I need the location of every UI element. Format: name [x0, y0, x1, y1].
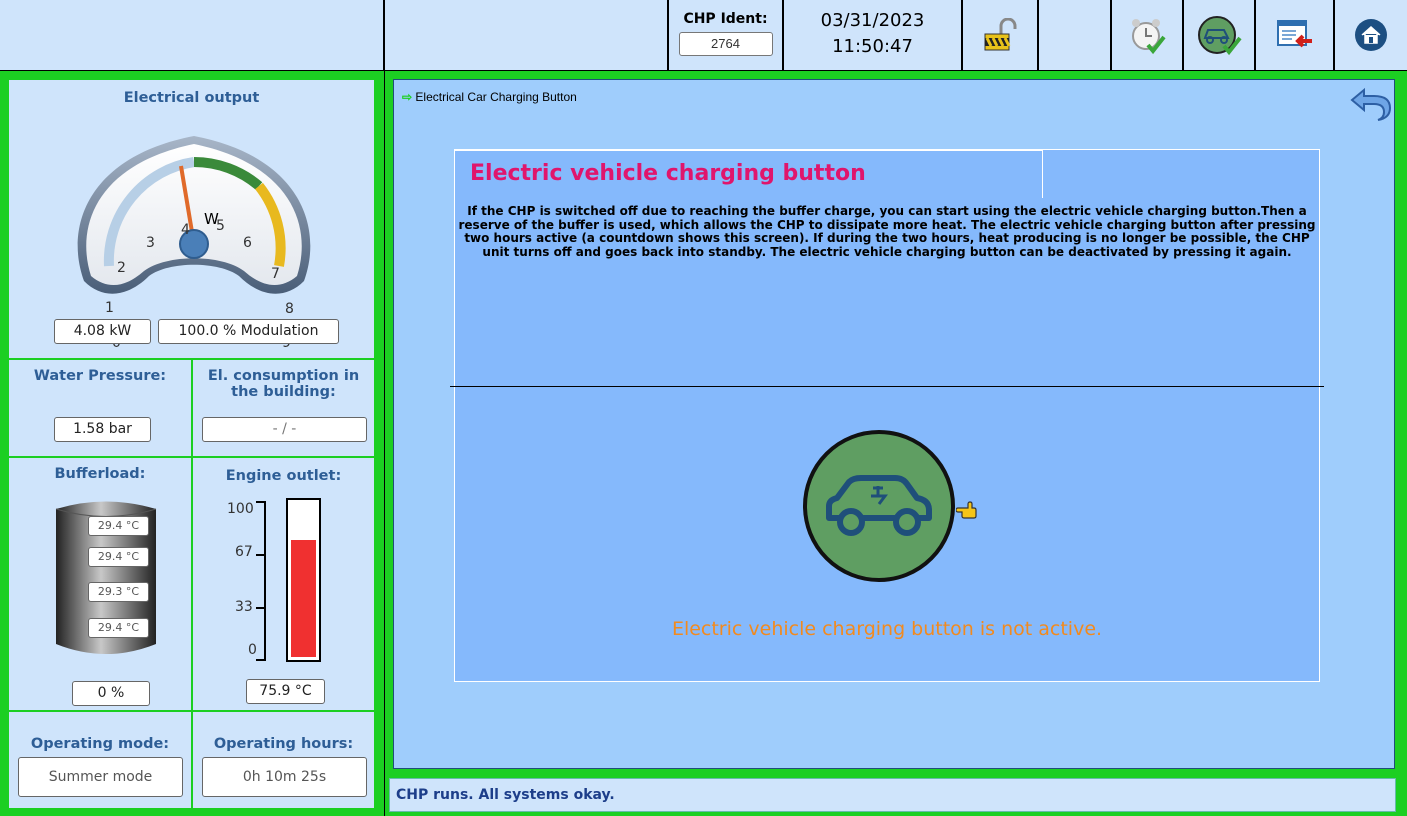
status-bar-text: CHP runs. All systems okay.: [396, 787, 615, 803]
status-bar: CHP runs. All systems okay.: [389, 778, 1396, 812]
electrical-output-kw-value: 4.08 kW: [54, 319, 151, 344]
breadcrumb-arrow-icon: ⇨: [402, 90, 413, 104]
engine-outlet-title: Engine outlet:: [225, 468, 342, 484]
charging-status-message: Electric vehicle charging button is not …: [671, 618, 1103, 640]
back-arrow-icon: [1350, 87, 1392, 121]
buffer-temp-2: 29.4 °C: [88, 547, 149, 567]
top-bar-left-cell: [0, 0, 384, 70]
main-area: ⇨ Electrical Car Charging Button Electri…: [385, 71, 1407, 816]
datetime-cell: 03/31/2023 11:50:47: [784, 0, 962, 70]
bufferload-section: Bufferload: 29.4 °C 29.4 °C 29.3 °C 29.4…: [9, 458, 191, 710]
car-charging-icon: [826, 475, 932, 536]
buffer-temp-3: 29.3 °C: [88, 582, 149, 602]
operating-hours-value: 0h 10m 25s: [202, 757, 367, 797]
chp-ident-cell: CHP Ident: 2764: [669, 0, 783, 70]
home-button[interactable]: [1335, 0, 1407, 70]
gauge-tick-4: 4: [181, 222, 190, 238]
alarm-clock-check-icon: [1132, 19, 1166, 55]
el-consumption-title-1: El. consumption in: [207, 368, 360, 384]
engine-scale-axis: [256, 501, 266, 661]
ev-charging-button[interactable]: [803, 430, 955, 582]
operating-hours-title: Operating hours:: [213, 736, 354, 752]
operating-mode-section: Operating mode: Summer mode: [9, 712, 191, 808]
buffer-temp-1: 29.4 °C: [88, 516, 149, 536]
home-icon: [1355, 19, 1387, 51]
window-exit-icon: [1276, 20, 1312, 48]
description-text: If the CHP is switched off due to reachi…: [458, 204, 1316, 259]
water-pressure-section: Water Pressure: 1.58 bar: [9, 360, 191, 456]
electrical-output-title: Electrical output: [123, 90, 260, 106]
gauge-tick-1: 1: [105, 300, 114, 316]
chp-ident-value: 2764: [678, 32, 773, 56]
engine-tick-67: 67: [235, 544, 253, 560]
top-bar: CHP Ident: 2764 03/31/2023 11:50:47: [0, 0, 1407, 70]
unlocked-padlock-icon: [984, 18, 1017, 51]
ev-charging-check-icon: [1198, 16, 1242, 56]
buffer-temp-4: 29.4 °C: [88, 618, 149, 638]
el-consumption-value: - / -: [202, 417, 367, 442]
left-status-panel: Electrical output W 0 1 2 3 4 5 6: [0, 71, 384, 816]
gauge-tick-8: 8: [285, 301, 294, 317]
gauge-tick-3: 3: [146, 235, 155, 251]
gauge-tick-6: 6: [243, 235, 252, 251]
engine-outlet-section: Engine outlet: 100 67 33 0 75.9 °C: [193, 458, 374, 710]
date-display: 03/31/2023: [820, 10, 925, 31]
el-consumption-title-2: the building:: [231, 384, 336, 400]
engine-tick-100: 100: [227, 501, 254, 517]
engine-outlet-bar-fill: [291, 540, 316, 657]
chp-ident-label: CHP Ident:: [683, 11, 768, 27]
operating-hours-section: Operating hours: 0h 10m 25s: [193, 712, 374, 808]
engine-outlet-bar: [286, 498, 321, 662]
breadcrumb-label: Electrical Car Charging Button: [415, 90, 577, 104]
back-button[interactable]: [1350, 84, 1392, 124]
content-pane: ⇨ Electrical Car Charging Button Electri…: [393, 79, 1395, 769]
time-display: 11:50:47: [832, 36, 913, 57]
gauge-tick-5: 5: [216, 218, 225, 234]
top-bar-blank-cell: [385, 0, 668, 70]
alarm-status-button[interactable]: [1112, 0, 1183, 70]
el-consumption-section: El. consumption in the building: - / -: [193, 360, 374, 456]
operating-mode-value: Summer mode: [18, 757, 183, 797]
electrical-output-section: Electrical output W 0 1 2 3 4 5 6: [9, 80, 374, 358]
lock-button[interactable]: [963, 0, 1038, 70]
gauge-tick-2: 2: [117, 260, 126, 276]
gauge-tick-7: 7: [271, 266, 280, 282]
page-heading: Electric vehicle charging button: [470, 161, 866, 186]
operating-mode-title: Operating mode:: [30, 736, 170, 752]
top-bar-blank-cell-2: [1039, 0, 1111, 70]
engine-tick-0: 0: [248, 642, 257, 658]
engine-outlet-value: 75.9 °C: [246, 679, 325, 704]
ev-charging-nav-button[interactable]: [1184, 0, 1255, 70]
breadcrumb: ⇨ Electrical Car Charging Button: [402, 90, 577, 104]
bufferload-title: Bufferload:: [54, 466, 146, 482]
engine-tick-33: 33: [235, 599, 253, 615]
water-pressure-value: 1.58 bar: [54, 417, 151, 442]
hand-pointer-icon: [956, 501, 977, 519]
modulation-value: 100.0 % Modulation: [158, 319, 339, 344]
divider: [450, 386, 1324, 387]
bufferload-percent: 0 %: [72, 681, 150, 706]
water-pressure-title: Water Pressure:: [33, 368, 167, 384]
electrical-output-gauge: W: [77, 136, 311, 294]
exit-window-button[interactable]: [1256, 0, 1334, 70]
